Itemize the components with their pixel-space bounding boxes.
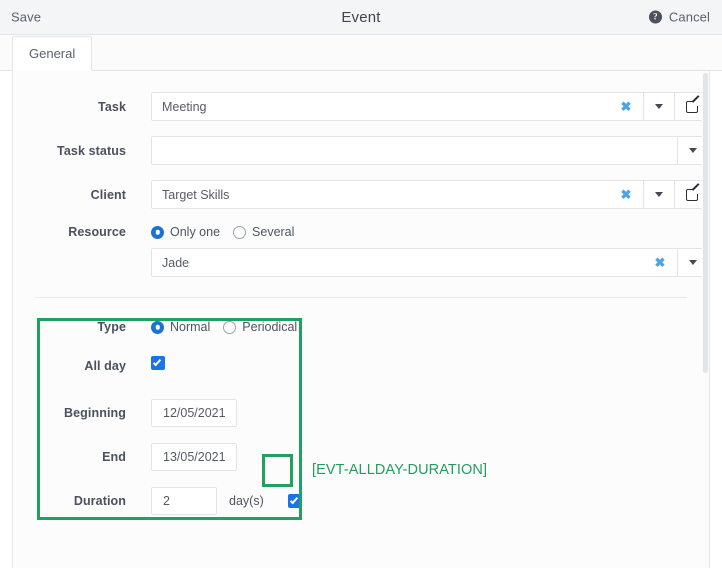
- type-label: Type: [13, 320, 126, 334]
- duration-unit-label: day(s): [229, 494, 264, 508]
- resource-option-several[interactable]: Several: [233, 225, 294, 239]
- end-field-area: 13/05/2021: [151, 443, 237, 471]
- radio-icon-selected: [151, 226, 164, 239]
- resource-option-only-one[interactable]: Only one: [151, 225, 220, 239]
- tab-general[interactable]: General: [12, 36, 92, 71]
- chevron-down-icon: [655, 104, 663, 109]
- task-clear-icon[interactable]: ✖: [609, 93, 643, 120]
- window-title: Event: [0, 9, 722, 26]
- resource-clear-icon[interactable]: ✖: [643, 249, 677, 276]
- type-option-normal-label: Normal: [170, 320, 210, 334]
- form-row-resource-value: Jade ✖: [13, 248, 709, 277]
- client-label: Client: [13, 188, 126, 202]
- window-titlebar: Save Event ? Cancel: [0, 0, 722, 35]
- titlebar-right-actions: ? Cancel: [649, 10, 710, 25]
- form-row-all-day: All day: [13, 356, 709, 375]
- beginning-label: Beginning: [13, 406, 126, 420]
- task-input[interactable]: Meeting: [152, 93, 609, 120]
- client-clear-icon[interactable]: ✖: [609, 181, 643, 208]
- form-row-client: Client Target Skills ✖: [13, 180, 709, 209]
- beginning-date-input[interactable]: 12/05/2021: [151, 399, 237, 427]
- client-field-area: Target Skills ✖: [151, 180, 709, 209]
- annotation-evt-allday-duration: [EVT-ALLDAY-DURATION]: [312, 462, 487, 478]
- chevron-down-icon: [689, 148, 697, 153]
- event-form-panel: Task Meeting ✖ Task status Client Target…: [12, 71, 710, 568]
- task-dropdown-button[interactable]: [643, 93, 674, 120]
- task-status-field-area: [151, 136, 709, 165]
- type-option-periodical-label: Periodical: [242, 320, 297, 334]
- task-status-combo[interactable]: [151, 136, 709, 165]
- duration-checkbox[interactable]: [288, 494, 302, 508]
- vertical-scrollbar[interactable]: [702, 71, 709, 568]
- form-row-resource: Resource Only one Several: [13, 225, 709, 239]
- chevron-down-icon: [655, 192, 663, 197]
- resource-value-field-area: Jade ✖: [151, 248, 709, 277]
- type-option-periodical[interactable]: Periodical: [223, 320, 297, 334]
- tab-strip: General: [0, 35, 722, 71]
- radio-icon-unselected: [233, 226, 246, 239]
- scrollbar-thumb[interactable]: [703, 73, 708, 373]
- type-radio-group: Normal Periodical: [151, 320, 297, 334]
- chevron-down-icon: [689, 260, 697, 265]
- edit-square-icon: [686, 101, 698, 113]
- section-divider: [35, 297, 687, 298]
- task-status-label: Task status: [13, 144, 126, 158]
- form-row-duration: Duration 2 day(s): [13, 487, 709, 515]
- form-row-beginning: Beginning 12/05/2021: [13, 399, 709, 427]
- form-row-task-status: Task status: [13, 136, 709, 165]
- task-label: Task: [13, 100, 126, 114]
- all-day-label: All day: [13, 359, 126, 373]
- type-option-normal[interactable]: Normal: [151, 320, 210, 334]
- beginning-field-area: 12/05/2021: [151, 399, 237, 427]
- end-label: End: [13, 450, 126, 464]
- save-button[interactable]: Save: [11, 10, 41, 25]
- cancel-button[interactable]: Cancel: [669, 10, 710, 25]
- duration-field-area: 2 day(s): [151, 487, 302, 515]
- radio-icon-unselected: [223, 321, 236, 334]
- form-row-task: Task Meeting ✖: [13, 92, 709, 121]
- client-combo[interactable]: Target Skills ✖: [151, 180, 709, 209]
- resource-radio-group: Only one Several: [151, 225, 294, 239]
- end-date-input[interactable]: 13/05/2021: [151, 443, 237, 471]
- resource-option-only-one-label: Only one: [170, 225, 220, 239]
- resource-input[interactable]: Jade: [152, 249, 643, 276]
- duration-input[interactable]: 2: [151, 487, 217, 515]
- task-combo[interactable]: Meeting ✖: [151, 92, 709, 121]
- client-dropdown-button[interactable]: [643, 181, 674, 208]
- task-status-input[interactable]: [152, 137, 677, 164]
- duration-label: Duration: [13, 494, 126, 508]
- task-field-area: Meeting ✖: [151, 92, 709, 121]
- all-day-checkbox[interactable]: [151, 356, 165, 370]
- radio-icon-selected: [151, 321, 164, 334]
- edit-square-icon: [686, 189, 698, 201]
- all-day-field-area: [151, 356, 165, 375]
- resource-option-several-label: Several: [252, 225, 294, 239]
- client-input[interactable]: Target Skills: [152, 181, 609, 208]
- help-circle-icon[interactable]: ?: [649, 11, 662, 24]
- resource-label: Resource: [13, 225, 126, 239]
- form-row-type: Type Normal Periodical: [13, 320, 709, 334]
- resource-combo[interactable]: Jade ✖: [151, 248, 709, 277]
